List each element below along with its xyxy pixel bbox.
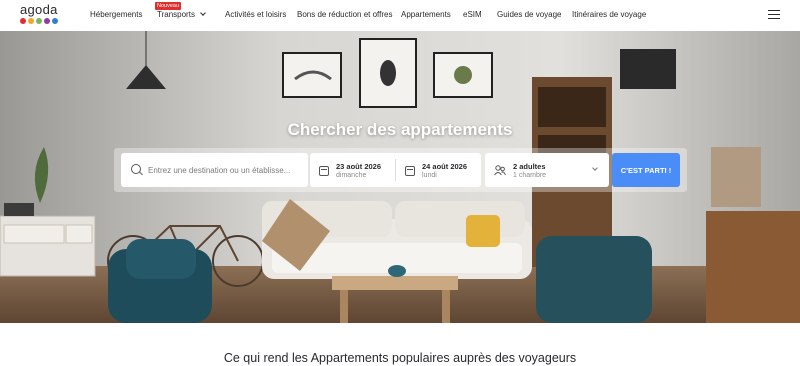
- checkin-date: 23 août 2026: [336, 162, 382, 171]
- logo-text: agoda: [20, 2, 58, 17]
- chevron-down-icon: [200, 10, 206, 16]
- search-submit-button[interactable]: C'EST PARTI !: [612, 153, 680, 187]
- search-panel: Entrez une destination ou un établisse..…: [114, 148, 687, 192]
- guests-rooms: 1 chambre: [513, 172, 547, 179]
- guests-icon: [494, 165, 506, 176]
- date-range-field: 23 août 2026 dimanche 24 août 2026 lundi: [310, 153, 481, 187]
- checkin-day: dimanche: [336, 172, 367, 179]
- logo-dots: [20, 18, 60, 24]
- nav-item-hebergements[interactable]: Hébergements: [90, 10, 142, 19]
- nav-item-bons-reduction[interactable]: Bons de réduction et offres: [297, 10, 392, 19]
- nav-item-activites[interactable]: Activités et loisirs: [225, 10, 286, 19]
- logo-dot: [44, 18, 50, 24]
- nav-item-guides[interactable]: Guides de voyage: [497, 10, 562, 19]
- logo-dot: [52, 18, 58, 24]
- checkout-day: lundi: [422, 172, 437, 179]
- checkout-date: 24 août 2026: [422, 162, 468, 171]
- nav-item-transports[interactable]: Transports: [157, 10, 206, 19]
- calendar-icon: [319, 166, 329, 176]
- checkout-date-picker[interactable]: 24 août 2026 lundi: [396, 153, 481, 187]
- destination-field[interactable]: Entrez une destination ou un établisse..…: [121, 153, 308, 187]
- nav-item-itineraires[interactable]: Itinéraires de voyage: [572, 10, 646, 19]
- search-icon: [131, 164, 141, 174]
- guests-adults: 2 adultes: [513, 162, 546, 171]
- hero-title: Chercher des appartements: [287, 120, 513, 139]
- destination-input-placeholder: Entrez une destination ou un établisse..…: [148, 166, 291, 175]
- section-title: Ce qui rend les Appartements populaires …: [223, 351, 577, 365]
- agoda-logo[interactable]: agoda: [20, 2, 60, 26]
- checkin-date-picker[interactable]: 23 août 2026 dimanche: [310, 153, 395, 187]
- nav-item-transports-label: Transports: [157, 10, 195, 19]
- hero-banner: Chercher des appartements Entrez une des…: [0, 31, 800, 323]
- chevron-down-icon: [592, 165, 598, 171]
- hamburger-menu-icon[interactable]: [768, 10, 780, 20]
- calendar-icon: [405, 166, 415, 176]
- logo-dot: [36, 18, 42, 24]
- guests-selector[interactable]: 2 adultes 1 chambre: [485, 153, 609, 187]
- top-navigation: agoda Hébergements Nouveau Transports Ac…: [0, 0, 800, 31]
- nav-item-appartements[interactable]: Appartements: [401, 10, 451, 19]
- nav-item-esim[interactable]: eSIM: [463, 10, 482, 19]
- new-badge: Nouveau: [155, 2, 182, 10]
- logo-dot: [20, 18, 26, 24]
- logo-dot: [28, 18, 34, 24]
